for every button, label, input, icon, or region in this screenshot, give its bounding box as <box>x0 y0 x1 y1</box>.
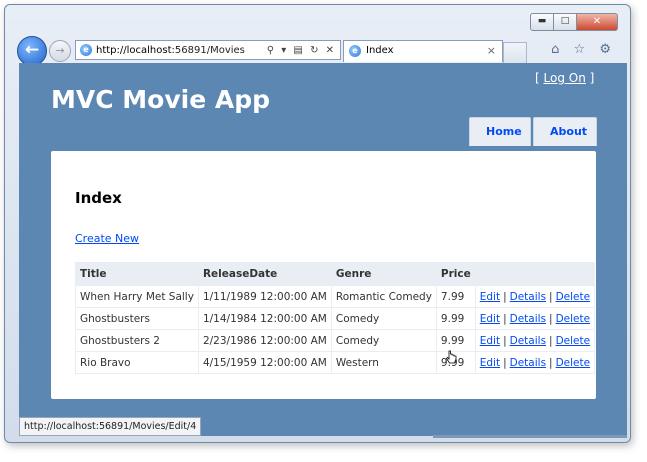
details-link[interactable]: Details <box>510 335 546 347</box>
cell-actions: Edit | Details | Delete <box>474 285 596 308</box>
table-row: When Harry Met Sally 1/11/1989 12:00:00 … <box>75 285 596 308</box>
details-link[interactable]: Details <box>510 291 546 303</box>
col-title: Title <box>75 262 199 286</box>
window-controls: ▬ □ ✕ <box>530 13 618 31</box>
cell-release: 1/14/1984 12:00:00 AM <box>197 307 332 330</box>
status-bar-url: http://localhost:56891/Movies/Edit/4 <box>19 417 202 436</box>
tab-label: Index <box>366 45 394 56</box>
close-window-button[interactable]: ✕ <box>577 13 618 31</box>
delete-link[interactable]: Delete <box>556 357 591 369</box>
minimize-button[interactable]: ▬ <box>530 13 554 31</box>
cell-title: Rio Bravo <box>75 351 199 374</box>
main-menu: Home About <box>469 117 599 146</box>
delete-link[interactable]: Delete <box>556 335 591 347</box>
details-link[interactable]: Details <box>510 313 546 325</box>
cell-genre: Western <box>330 351 437 374</box>
logon-display: [ Log On ] <box>535 71 595 85</box>
cell-genre: Comedy <box>330 307 437 330</box>
nav-home[interactable]: Home <box>469 117 531 146</box>
delete-link[interactable]: Delete <box>556 313 591 325</box>
page-title: Index <box>75 189 122 207</box>
status-bar-strip <box>433 435 627 438</box>
col-genre: Genre <box>330 262 437 286</box>
site-title: MVC Movie App <box>51 85 270 114</box>
logon-link[interactable]: Log On <box>544 71 586 85</box>
cell-price: 7.99 <box>435 285 476 308</box>
tab-index[interactable]: e Index × <box>343 40 503 62</box>
cell-genre: Romantic Comedy <box>330 285 437 308</box>
table-header-row: Title ReleaseDate Genre Price <box>75 262 596 286</box>
table-row: Rio Bravo 4/15/1959 12:00:00 AM Western … <box>75 351 596 374</box>
edit-link[interactable]: Edit <box>480 335 500 347</box>
ie-page-icon: e <box>80 44 92 56</box>
new-tab-button[interactable] <box>503 42 527 64</box>
table-row: Ghostbusters 1/14/1984 12:00:00 AM Comed… <box>75 307 596 330</box>
maximize-button[interactable]: □ <box>554 13 577 31</box>
cell-release: 4/15/1959 12:00:00 AM <box>197 351 332 374</box>
table-row: Ghostbusters 2 2/23/1986 12:00:00 AM Com… <box>75 329 596 352</box>
col-price: Price <box>435 262 476 286</box>
address-url: http://localhost:56891/Movies <box>96 45 245 56</box>
col-releasedate: ReleaseDate <box>197 262 332 286</box>
hand-cursor-icon <box>445 350 457 364</box>
details-link[interactable]: Details <box>510 357 546 369</box>
movies-table: Title ReleaseDate Genre Price When Harry… <box>75 262 596 374</box>
address-tools-icons[interactable]: ⚲ ▾ ▤ ↻ ✕ <box>267 41 336 61</box>
cell-title: Ghostbusters 2 <box>75 329 199 352</box>
forward-button[interactable]: → <box>49 40 71 62</box>
tab-close-icon[interactable]: × <box>487 41 496 61</box>
cell-actions: Edit | Details | Delete <box>474 329 596 352</box>
delete-link[interactable]: Delete <box>556 291 591 303</box>
edit-link[interactable]: Edit <box>480 313 500 325</box>
create-new-link[interactable]: Create New <box>75 232 139 245</box>
cell-actions: Edit | Details | Delete <box>474 307 596 330</box>
page-viewport: [ Log On ] MVC Movie App Home About Inde… <box>19 63 627 436</box>
cell-title: When Harry Met Sally <box>75 285 199 308</box>
cell-release: 2/23/1986 12:00:00 AM <box>197 329 332 352</box>
ie-tab-icon: e <box>349 45 361 57</box>
nav-about[interactable]: About <box>533 117 597 146</box>
cell-title: Ghostbusters <box>75 307 199 330</box>
cell-actions: Edit | Details | Delete <box>474 351 596 374</box>
cell-genre: Comedy <box>330 329 437 352</box>
cell-price: 9.99 <box>435 307 476 330</box>
edit-link[interactable]: Edit <box>480 291 500 303</box>
back-button[interactable]: ← <box>17 36 47 66</box>
command-icons[interactable]: ⌂ ☆ ⚙ <box>551 42 616 57</box>
cell-release: 1/11/1989 12:00:00 AM <box>197 285 332 308</box>
browser-window: ▬ □ ✕ ← → e http://localhost:56891/Movie… <box>4 4 631 443</box>
edit-link[interactable]: Edit <box>480 357 500 369</box>
main-content: Index Create New Title ReleaseDate Genre… <box>51 151 596 399</box>
col-actions <box>474 262 596 286</box>
cell-price: 9.99 <box>435 329 476 352</box>
address-bar[interactable]: e http://localhost:56891/Movies ⚲ ▾ ▤ ↻ … <box>75 40 341 60</box>
